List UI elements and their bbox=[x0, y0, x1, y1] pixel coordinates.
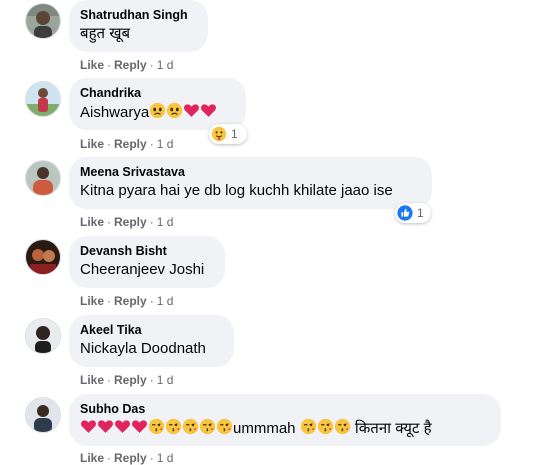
heart-emoji-icon bbox=[200, 102, 217, 119]
comment-bubble: Shatrudhan Singh बहुत खूब bbox=[69, 0, 208, 52]
timestamp[interactable]: 1 d bbox=[157, 215, 174, 229]
comment-text: ummmah कितना क्यूट है bbox=[80, 418, 489, 439]
reply-button[interactable]: Reply bbox=[114, 137, 147, 151]
sad-face-emoji-icon bbox=[149, 102, 166, 119]
comment-text: Kitna pyara hai ye db log kuchh khilate … bbox=[80, 182, 393, 199]
avatar-photo bbox=[26, 82, 60, 116]
timestamp[interactable]: 1 d bbox=[157, 58, 174, 72]
separator: · bbox=[107, 294, 112, 308]
kiss-face-emoji-icon bbox=[165, 418, 182, 435]
reaction-count: 1 bbox=[417, 206, 424, 220]
comment-text: Nickayla Doodnath bbox=[80, 340, 206, 357]
avatar[interactable] bbox=[25, 81, 61, 117]
comment-actions: Like · Reply · 1 d bbox=[80, 215, 173, 229]
like-button[interactable]: Like bbox=[80, 215, 104, 229]
separator: · bbox=[149, 294, 154, 308]
kiss-face-emoji-icon bbox=[334, 418, 351, 435]
comment-text: Cheeranjeev Joshi bbox=[80, 261, 205, 278]
heart-emoji-icon bbox=[131, 418, 148, 435]
heart-emoji-icon bbox=[97, 418, 114, 435]
reply-button[interactable]: Reply bbox=[114, 294, 147, 308]
kiss-face-emoji-icon bbox=[148, 418, 165, 435]
reply-button[interactable]: Reply bbox=[114, 58, 147, 72]
comment-bubble: Devansh Bisht Cheeranjeev Joshi bbox=[69, 236, 225, 288]
like-button[interactable]: Like bbox=[80, 373, 104, 387]
kiss-face-emoji-icon bbox=[216, 418, 233, 435]
avatar[interactable] bbox=[25, 239, 61, 275]
comment-bubble: Subho Das ummmah कितना क्यूट है bbox=[69, 394, 501, 446]
like-button[interactable]: Like bbox=[80, 137, 104, 151]
heart-emoji-icon bbox=[183, 102, 200, 119]
author-name[interactable]: Subho Das bbox=[80, 402, 489, 417]
reaction-badge[interactable]: 1 bbox=[395, 203, 431, 223]
reply-button[interactable]: Reply bbox=[114, 373, 147, 387]
reaction-badge[interactable]: 1 bbox=[209, 124, 247, 144]
comment-text-mid: ummmah bbox=[233, 420, 296, 437]
author-name[interactable]: Shatrudhan Singh bbox=[80, 8, 196, 23]
comment-bubble: Akeel Tika Nickayla Doodnath bbox=[69, 315, 234, 367]
comment-text: Aishwarya bbox=[80, 102, 234, 123]
avatar[interactable] bbox=[25, 318, 61, 354]
heart-emoji-icon bbox=[80, 418, 97, 435]
separator: · bbox=[149, 373, 154, 387]
kiss-face-emoji-icon bbox=[182, 418, 199, 435]
avatar[interactable] bbox=[25, 160, 61, 196]
timestamp[interactable]: 1 d bbox=[157, 373, 174, 387]
avatar-photo bbox=[26, 319, 60, 353]
separator: · bbox=[149, 137, 154, 151]
author-name[interactable]: Devansh Bisht bbox=[80, 244, 213, 259]
comment-actions: Like · Reply · 1 d bbox=[80, 373, 173, 387]
avatar-photo bbox=[26, 240, 60, 274]
kiss-face-emoji-icon bbox=[199, 418, 216, 435]
author-name[interactable]: Meena Srivastava bbox=[80, 165, 420, 180]
reaction-count: 1 bbox=[231, 127, 238, 141]
timestamp[interactable]: 1 d bbox=[157, 137, 174, 151]
avatar-photo bbox=[26, 161, 60, 195]
comment-actions: Like · Reply · 1 d bbox=[80, 137, 173, 151]
separator: · bbox=[149, 215, 154, 229]
author-name[interactable]: Chandrika bbox=[80, 86, 234, 101]
comment-text-end: कितना क्यूट है bbox=[354, 420, 432, 437]
avatar[interactable] bbox=[25, 397, 61, 433]
separator: · bbox=[107, 137, 112, 151]
sad-face-emoji-icon bbox=[166, 102, 183, 119]
kiss-face-emoji-icon bbox=[317, 418, 334, 435]
comment-text-body: Aishwarya bbox=[80, 104, 150, 121]
comment-bubble: Meena Srivastava Kitna pyara hai ye db l… bbox=[69, 157, 432, 209]
heart-emoji-icon bbox=[114, 418, 131, 435]
separator: · bbox=[149, 58, 154, 72]
avatar-photo bbox=[26, 398, 60, 432]
like-button[interactable]: Like bbox=[80, 58, 104, 72]
separator: · bbox=[107, 373, 112, 387]
reply-button[interactable]: Reply bbox=[114, 215, 147, 229]
timestamp[interactable]: 1 d bbox=[157, 294, 174, 308]
separator: · bbox=[107, 58, 112, 72]
like-button[interactable]: Like bbox=[80, 294, 104, 308]
kiss-face-emoji-icon bbox=[300, 418, 317, 435]
separator: · bbox=[107, 215, 112, 229]
care-emoji-icon bbox=[211, 126, 227, 142]
avatar[interactable] bbox=[25, 3, 61, 39]
comment-actions: Like · Reply · 1 d bbox=[80, 58, 173, 72]
comment-actions: Like · Reply · 1 d bbox=[80, 294, 173, 308]
like-thumb-icon bbox=[397, 205, 413, 221]
comment-bubble: Chandrika Aishwarya bbox=[69, 78, 246, 130]
comment-text: बहुत खूब bbox=[80, 25, 131, 42]
avatar-photo bbox=[26, 4, 60, 38]
author-name[interactable]: Akeel Tika bbox=[80, 323, 222, 338]
